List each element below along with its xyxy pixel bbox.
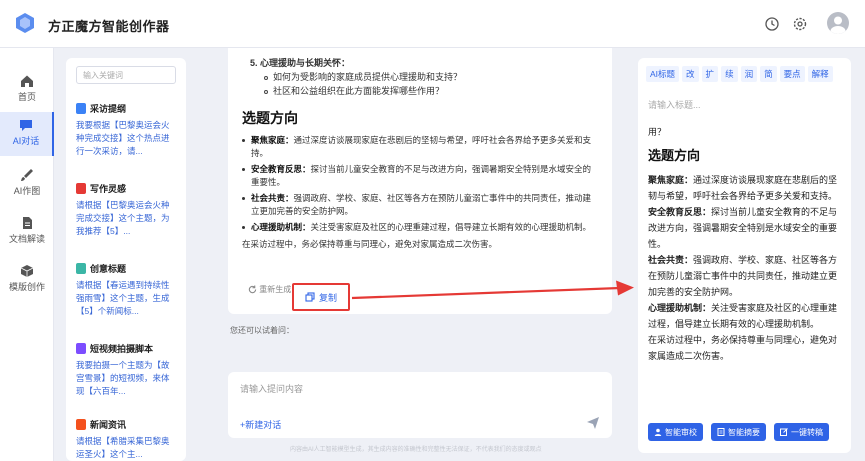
tool-rewrite[interactable]: 改 (682, 66, 699, 82)
nav-ai-chat[interactable]: AI对话 (0, 112, 54, 156)
brush-icon (21, 169, 33, 181)
template-panel: 输入关键词 采访提纲 我要根据【巴黎奥运会火种完成交接】这个热点进行一次采访，请… (66, 58, 186, 461)
point-item: 聚焦家庭：通过深度访谈展现家庭在悲剧后的坚韧与希望，呼吁社会各界给予更多关爱和支… (242, 134, 598, 160)
nav-ai-image[interactable]: AI作图 (0, 162, 54, 206)
editor-intro: 用？ (648, 127, 667, 137)
template-title: 短视频拍摄脚本 (90, 344, 154, 354)
editor-paragraph: 心理援助机制：关注受害家庭及社区的心理重建过程，倡导建立长期有效的心理援助机制。 (648, 303, 838, 329)
smart-proofread-button[interactable]: 智能审校 (648, 423, 703, 441)
tool-explain[interactable]: 解释 (807, 66, 833, 82)
disclaimer: 内容由AI人工智能模型生成，其生成内容的准确性和完整性无法保证，不代表我们的态度… (290, 447, 542, 453)
nav-doc-reading[interactable]: 文档解读 (0, 210, 54, 254)
new-chat-button[interactable]: +新建对话 (240, 418, 281, 431)
tool-polish[interactable]: 润 (740, 66, 758, 82)
summary-icon (717, 428, 725, 436)
template-title: 写作灵感 (90, 184, 127, 194)
send-icon (76, 103, 86, 114)
user-avatar[interactable] (827, 12, 849, 34)
tool-simplify[interactable]: 简 (760, 66, 777, 82)
answer-actions: 重新生成 (248, 284, 291, 295)
template-desc: 请根据【希腊采集巴黎奥运圣火】这个主... (76, 436, 170, 459)
nav-home[interactable]: 首页 (0, 68, 54, 112)
tool-continue[interactable]: 续 (721, 66, 738, 82)
document-icon (23, 217, 32, 229)
template-card-interview[interactable]: 采访提纲 我要根据【巴黎奥运会火种完成交接】这个热点进行一次采访，请... (76, 102, 176, 158)
template-desc: 请根据【春运遇到持续性强雨雪】这个主题，生成【5】个新闻标... (76, 280, 170, 316)
nav-ai-chat-label: AI对话 (12, 136, 40, 146)
tool-key-points[interactable]: 要点 (779, 66, 805, 82)
top-bar: 方正魔方智能创作器 (0, 0, 865, 48)
closing-text: 在采访过程中，务必保持尊重与同理心，避免对家属造成二次伤害。 (242, 239, 498, 249)
regenerate-button[interactable]: 重新生成 (248, 284, 291, 295)
point-item: 社会共责：强调政府、学校、家庭、社区等各方在预防儿童溺亡事件中的共同责任，推动建… (242, 192, 598, 218)
news-icon (76, 419, 86, 430)
editor-actions: 智能审校 智能摘要 一键转稿 (648, 423, 829, 441)
one-click-convert-button[interactable]: 一键转稿 (774, 423, 829, 441)
template-desc: 我要根据【巴黎奥运会火种完成交接】这个热点进行一次采访，请... (76, 120, 170, 156)
cube-icon (20, 265, 34, 277)
chat-answer-card: 5. 心理援助与长期关怀： 如何为受影响的家庭成员提供心理援助和支持？ 社区和公… (228, 48, 612, 314)
send-icon[interactable] (586, 416, 600, 430)
editor-paragraph: 社会共责：强调政府、学校、家庭、社区等各方在预防儿童溺亡事件中的共同责任，推动建… (648, 255, 838, 297)
list-item: 社区和公益组织在此方面能发挥哪些作用？ (242, 84, 598, 98)
nav-template[interactable]: 模版创作 (0, 258, 54, 302)
prompt-input[interactable]: 请输入提问内容 (240, 382, 303, 395)
tool-expand[interactable]: 扩 (701, 66, 719, 82)
annotation-arrow-icon (351, 280, 634, 300)
list-heading: 5. 心理援助与长期关怀： (250, 58, 351, 68)
template-desc: 请根据【巴黎奥运会火种完成交接】这个主题，为我推荐【5】... (76, 200, 170, 236)
nav-ai-image-label: AI作图 (13, 186, 41, 196)
template-title: 新闻资讯 (90, 420, 127, 430)
user-check-icon (654, 428, 662, 436)
template-card-news[interactable]: 新闻资讯 请根据【希腊采集巴黎奥运圣火】这个主... (76, 418, 176, 461)
user-icon (830, 16, 846, 34)
editor-toolbar: AI标题 改 扩 续 润 简 要点 解释 (646, 66, 833, 82)
template-title: 创意标题 (90, 264, 127, 274)
nav-doc-reading-label: 文档解读 (8, 234, 45, 244)
prompt-input-box[interactable]: 请输入提问内容 +新建对话 (228, 372, 612, 438)
template-card-headline[interactable]: 创意标题 请根据【春运遇到持续性强雨雪】这个主题，生成【5】个新闻标... (76, 262, 176, 318)
point-item: 心理援助机制：关注受害家庭及社区的心理重建过程，倡导建立长期有效的心理援助机制。 (242, 221, 598, 234)
editor-title-input[interactable]: 请输入标题... (648, 98, 701, 111)
smart-summary-button[interactable]: 智能摘要 (711, 423, 766, 441)
template-card-video-script[interactable]: 短视频拍摄脚本 我要拍摄一个主题为【故宫雪景】的短视频，来体现【六百年... (76, 342, 176, 398)
app-logo-icon (16, 13, 34, 33)
list-item: 如何为受影响的家庭成员提供心理援助和支持？ (242, 70, 598, 84)
editor-section-title: 选题方向 (648, 148, 701, 163)
left-nav: 首页 AI对话 AI作图 文档解读 模版创作 (0, 48, 54, 461)
point-item: 安全教育反思：探讨当前儿童安全教育的不足与改进方向，强调暑期安全特别是水域安全的… (242, 163, 598, 189)
nav-template-label: 模版创作 (8, 282, 45, 292)
history-icon[interactable] (764, 16, 780, 32)
editor-closing: 在采访过程中，务必保持尊重与同理心，避免对家属造成二次伤害。 (648, 335, 838, 361)
refresh-icon (248, 285, 257, 294)
ask-hint: 您还可以试着问： (230, 326, 294, 335)
template-search-input[interactable]: 输入关键词 (76, 66, 176, 84)
chat-icon (20, 120, 32, 131)
nav-home-label: 首页 (17, 92, 36, 102)
editor-panel: AI标题 改 扩 续 润 简 要点 解释 请输入标题... 用？ 选题方向 聚焦… (638, 58, 851, 453)
settings-icon[interactable] (792, 16, 808, 32)
home-icon (21, 75, 33, 87)
app-title: 方正魔方智能创作器 (48, 19, 170, 34)
file-icon (76, 183, 86, 194)
tool-ai-title[interactable]: AI标题 (646, 66, 680, 82)
document-icon (76, 263, 86, 274)
editor-paragraph: 聚焦家庭：通过深度访谈展现家庭在悲剧后的坚韧与希望，呼吁社会各界给予更多关爱和支… (648, 175, 838, 201)
copy-icon (305, 292, 315, 302)
section-title: 选题方向 (242, 110, 298, 126)
template-card-inspiration[interactable]: 写作灵感 请根据【巴黎奥运会火种完成交接】这个主题，为我推荐【5】... (76, 182, 176, 238)
copy-button[interactable]: 复制 (292, 283, 350, 311)
template-title: 采访提纲 (90, 104, 127, 114)
edit-icon (780, 428, 788, 436)
video-icon (76, 343, 86, 354)
template-desc: 我要拍摄一个主题为【故宫雪景】的短视频，来体现【六百年... (76, 360, 170, 396)
editor-body[interactable]: 用？ 选题方向 聚焦家庭：通过深度访谈展现家庭在悲剧后的坚韧与希望，呼吁社会各界… (648, 124, 844, 364)
editor-paragraph: 安全教育反思：探讨当前儿童安全教育的不足与改进方向，强调暑期安全特别是水域安全的… (648, 207, 838, 249)
